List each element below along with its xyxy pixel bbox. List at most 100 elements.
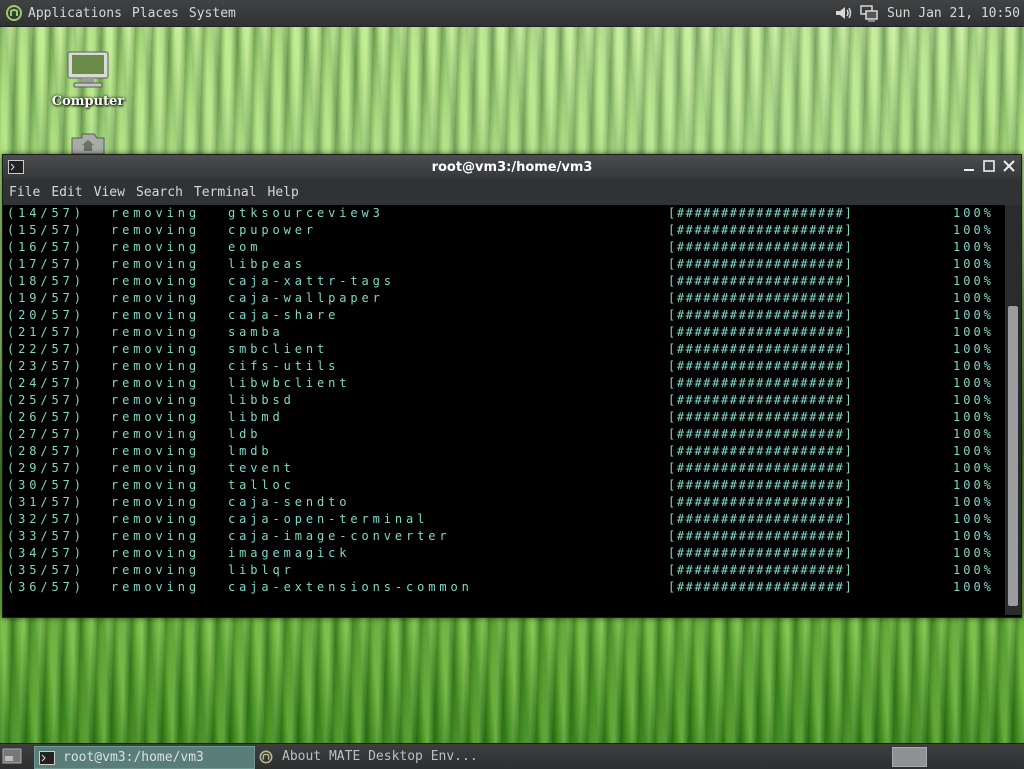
line-progress-bar: [###################] [668,257,854,271]
line-package: caja-xattr-tags [228,274,395,288]
line-number: (20/57) [7,308,85,322]
line-number: (25/57) [7,393,85,407]
menu-terminal[interactable]: Terminal [194,185,257,200]
network-icon[interactable] [859,3,879,23]
line-action: removing [111,512,200,526]
line-number: (28/57) [7,444,85,458]
line-progress-bar: [###################] [668,580,854,594]
menu-system[interactable]: System [189,6,236,21]
line-percent: 100% [953,427,994,441]
line-progress-bar: [###################] [668,461,854,475]
menu-file[interactable]: File [9,185,40,200]
menu-edit[interactable]: Edit [51,185,82,200]
task-label: root@vm3:/home/vm3 [63,750,204,765]
close-icon [1003,160,1015,172]
menu-search[interactable]: Search [136,185,183,200]
output-line: (26/57) removing libmd [###################… [7,409,1007,426]
line-action: removing [111,427,200,441]
line-action: removing [111,495,200,509]
line-action: removing [111,257,200,271]
menu-places[interactable]: Places [132,6,179,21]
desktop-icon-computer[interactable]: Computer [48,50,128,109]
line-action: removing [111,206,200,220]
task-terminal[interactable]: root@vm3:/home/vm3 [34,746,255,769]
line-package: talloc [228,478,295,492]
minimize-button[interactable] [961,158,977,174]
line-number: (14/57) [7,206,85,220]
line-progress-bar: [###################] [668,376,854,390]
line-package: lmdb [228,444,273,458]
output-line: (29/57) removing tevent [##################… [7,460,1007,477]
output-line: (30/57) removing talloc [##################… [7,477,1007,494]
line-package: caja-share [228,308,340,322]
line-package: caja-wallpaper [228,291,384,305]
window-titlebar[interactable]: root@vm3:/home/vm3 [3,155,1021,179]
close-button[interactable] [1001,158,1017,174]
line-percent: 100% [953,478,994,492]
line-percent: 100% [953,495,994,509]
line-action: removing [111,308,200,322]
line-progress-bar: [###################] [668,274,854,288]
line-percent: 100% [953,308,994,322]
desktop-icon-label: Computer [51,94,125,109]
output-line: (21/57) removing samba [###################… [7,324,1007,341]
line-package: libwbclient [228,376,351,390]
line-package: libmd [228,410,284,424]
line-number: (35/57) [7,563,85,577]
line-number: (26/57) [7,410,85,424]
output-line: (34/57) removing imagemagick [#############… [7,545,1007,562]
line-action: removing [111,274,200,288]
line-package: cifs-utils [228,359,340,373]
line-number: (22/57) [7,342,85,356]
clock[interactable]: Sun Jan 21, 10:50 [887,6,1020,21]
line-action: removing [111,529,200,543]
scrollbar[interactable] [1005,205,1021,615]
maximize-button[interactable] [981,158,997,174]
show-desktop-icon[interactable] [2,747,22,765]
line-percent: 100% [953,410,994,424]
line-action: removing [111,223,200,237]
terminal-output[interactable]: (14/57) removing gtksourceview3 [##########… [3,205,1021,615]
line-percent: 100% [953,461,994,475]
output-line: (14/57) removing gtksourceview3 [##########… [7,205,1007,222]
menu-help[interactable]: Help [268,185,299,200]
line-package: liblqr [228,563,295,577]
line-action: removing [111,393,200,407]
terminal-icon [8,160,24,174]
volume-icon[interactable] [833,3,853,23]
line-action: removing [111,580,200,594]
line-package: smbclient [228,342,329,356]
line-percent: 100% [953,546,994,560]
workspace-switcher[interactable] [892,747,927,767]
minimize-icon [964,169,974,171]
output-line: (20/57) removing caja-share [##############… [7,307,1007,324]
line-number: (17/57) [7,257,85,271]
line-percent: 100% [953,393,994,407]
task-about-mate[interactable]: About MATE Desktop Env... [254,746,498,767]
line-action: removing [111,444,200,458]
line-percent: 100% [953,580,994,594]
mate-logo-icon[interactable] [6,5,22,21]
terminal-window: root@vm3:/home/vm3 File Edit View Search… [2,154,1022,618]
scrollbar-thumb[interactable] [1008,306,1018,606]
menu-view[interactable]: View [94,185,125,200]
line-percent: 100% [953,274,994,288]
line-package: imagemagick [228,546,351,560]
output-line: (23/57) removing cifs-utils [##############… [7,358,1007,375]
line-package: eom [228,240,262,254]
line-package: caja-extensions-common [228,580,473,594]
line-number: (21/57) [7,325,85,339]
line-progress-bar: [###################] [668,495,854,509]
output-line: (35/57) removing liblqr [##################… [7,562,1007,579]
output-line: (36/57) removing caja-extensions-common [##… [7,579,1007,596]
line-progress-bar: [###################] [668,410,854,424]
line-package: caja-open-terminal [228,512,429,526]
menu-applications[interactable]: Applications [28,6,122,21]
line-action: removing [111,478,200,492]
terminal-icon [39,750,55,765]
line-percent: 100% [953,359,994,373]
output-line: (33/57) removing caja-image-converter [####… [7,528,1007,545]
computer-icon [67,51,109,88]
line-action: removing [111,546,200,560]
line-number: (29/57) [7,461,85,475]
